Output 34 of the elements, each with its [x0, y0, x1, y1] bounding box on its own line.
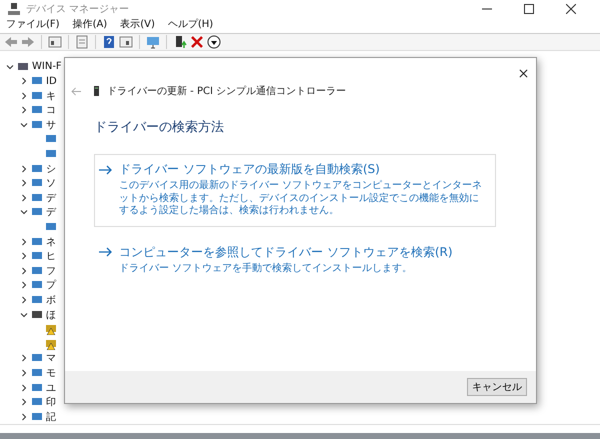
tree-item[interactable]: 記	[46, 410, 56, 424]
tree-item[interactable]: シ	[46, 162, 56, 176]
option-title: コンピューターを参照してドライバー ソフトウェアを検索(R)	[119, 244, 453, 261]
tree-item[interactable]: キ	[46, 88, 56, 103]
tree-item[interactable]: ユ	[46, 380, 56, 395]
tree-item[interactable]: ID	[46, 76, 57, 87]
tree-item[interactable]: モ	[46, 366, 56, 380]
tree-item[interactable]: マ	[46, 351, 56, 366]
tree-item[interactable]: プ	[46, 278, 56, 292]
tree-item[interactable]: デ	[46, 190, 56, 205]
tree-item[interactable]: ほ	[46, 308, 56, 322]
tree-item[interactable]: ソ	[46, 176, 56, 190]
window-title: デバイス マネージャー	[26, 2, 130, 16]
search-option[interactable]: コンピューターを参照してドライバー ソフトウェアを検索(R) ドライバー ソフトウェアを手動で検索してインストールします。	[94, 236, 496, 284]
option-description: このデバイス用の最新のドライバー ソフトウェアをコンピューターとインターネットから検索します。ただし、デバイスのインストール設定でこの機能を無効にするよう設定した場合は、検索は行われません。	[119, 180, 484, 218]
tree-item[interactable]: ボ	[46, 293, 56, 308]
menu-item[interactable]: ヘルプ(H)	[168, 17, 214, 32]
cancel-button[interactable]: キャンセル	[467, 378, 527, 396]
dialog-heading: ドライバーの検索方法	[94, 119, 225, 136]
option-title: ドライバー ソフトウェアの最新版を自動検索(S)	[119, 161, 380, 178]
tree-item[interactable]: フ	[46, 264, 56, 278]
option-description: ドライバー ソフトウェアを手動で検索してインストールします。	[119, 262, 414, 276]
tree-item[interactable]: 印	[46, 395, 56, 410]
menu-item[interactable]: 表示(V)	[120, 17, 155, 32]
tree-item[interactable]: ネ	[46, 234, 56, 249]
tree-item[interactable]: コ	[46, 103, 56, 118]
menu-item[interactable]: ファイル(F)	[6, 17, 60, 32]
menu-item[interactable]: 操作(A)	[72, 17, 108, 32]
dialog-title: ドライバーの更新 - PCI シンプル通信コントローラー	[107, 84, 346, 98]
tree-item[interactable]: デ	[46, 205, 56, 220]
search-option[interactable]: ドライバー ソフトウェアの最新版を自動検索(S) このデバイス用の最新のドライバー ソフトウェアをコンピューターとインターネットから検索します。ただし、デバイスのインストール設定でこの機能を無効にするよう設定した場合は、検索は行われません。	[94, 154, 496, 227]
tree-item[interactable]: ヒ	[46, 249, 56, 264]
tree-item[interactable]: WIN-F	[32, 61, 62, 72]
tree-item[interactable]: サ	[46, 118, 56, 132]
